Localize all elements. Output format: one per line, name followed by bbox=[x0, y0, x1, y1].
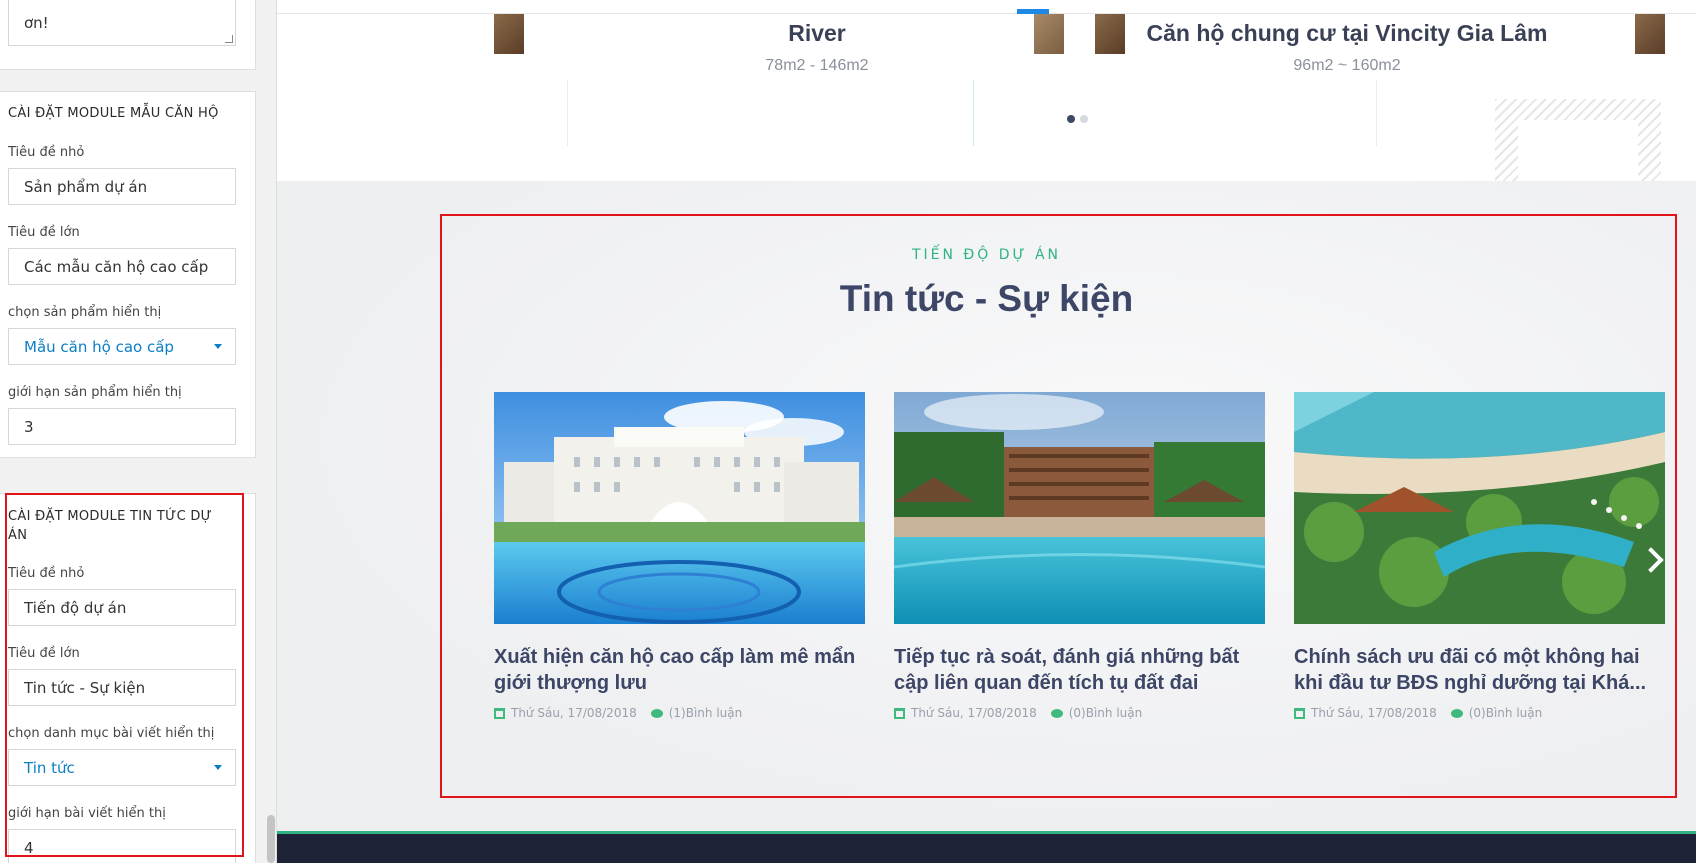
input-value: Sản phẩm dự án bbox=[24, 177, 148, 196]
divider bbox=[1376, 80, 1377, 146]
news-date-text: Thứ Sáu, 17/08/2018 bbox=[1311, 706, 1437, 720]
carousel-dot[interactable] bbox=[1080, 115, 1088, 123]
calendar-icon bbox=[1294, 707, 1305, 719]
hotel-pool-image bbox=[494, 392, 865, 624]
news-image[interactable] bbox=[494, 392, 865, 624]
project-thumbnail[interactable] bbox=[494, 14, 524, 54]
select-value: Mẫu căn hộ cao cấp bbox=[24, 337, 174, 356]
news-date-text: Thứ Sáu, 17/08/2018 bbox=[911, 706, 1037, 720]
comment-icon bbox=[1450, 708, 1463, 718]
news-date: Thứ Sáu, 17/08/2018 bbox=[494, 706, 637, 720]
news-card[interactable]: Chính sách ưu đãi có một không hai khi đ… bbox=[1294, 392, 1665, 720]
small-title-input[interactable]: Sản phẩm dự án bbox=[8, 168, 236, 205]
comment-icon bbox=[650, 708, 663, 718]
highlight-frame bbox=[5, 493, 244, 857]
label-small-title: Tiêu đề nhỏ bbox=[8, 145, 85, 160]
message-textarea-value: ơn! bbox=[24, 14, 49, 32]
big-title-input[interactable]: Các mẫu căn hộ cao cấp bbox=[8, 248, 236, 285]
project-title[interactable]: Căn hộ chung cư tại Vincity Gia Lâm bbox=[1127, 20, 1567, 47]
panel-module-apartments: CÀI ĐẶT MODULE MẪU CĂN HỘ Tiêu đề nhỏ Sả… bbox=[0, 91, 256, 458]
news-title[interactable]: Chính sách ưu đãi có một không hai khi đ… bbox=[1294, 644, 1665, 696]
news-date: Thứ Sáu, 17/08/2018 bbox=[894, 706, 1037, 720]
panel-top: ơn! bbox=[0, 0, 256, 70]
news-comments[interactable]: (0)Bình luận bbox=[1050, 706, 1143, 720]
label-big-title: Tiêu đề lớn bbox=[8, 225, 80, 240]
resize-handle-icon[interactable] bbox=[225, 35, 233, 43]
news-comments-text: (0)Bình luận bbox=[1468, 706, 1543, 720]
decorative-pattern bbox=[1495, 99, 1661, 181]
calendar-icon bbox=[494, 707, 505, 719]
news-card[interactable]: Tiếp tục rà soát, đánh giá những bất cập… bbox=[894, 392, 1265, 720]
caret-down-icon bbox=[214, 344, 222, 349]
panel-title: CÀI ĐẶT MODULE MẪU CĂN HỘ bbox=[8, 106, 219, 121]
news-title[interactable]: Xuất hiện căn hộ cao cấp làm mê mẩn giới… bbox=[494, 644, 865, 696]
news-comments[interactable]: (0)Bình luận bbox=[1450, 706, 1543, 720]
calendar-icon bbox=[894, 707, 905, 719]
news-meta: Thứ Sáu, 17/08/2018 (1)Bình luận bbox=[494, 706, 865, 720]
carousel-dot[interactable] bbox=[1067, 115, 1075, 123]
news-title[interactable]: Tiếp tục rà soát, đánh giá những bất cập… bbox=[894, 644, 1265, 696]
news-card[interactable]: Xuất hiện căn hộ cao cấp làm mê mẩn giới… bbox=[494, 392, 865, 720]
input-value: 3 bbox=[24, 417, 34, 436]
divider bbox=[567, 80, 568, 146]
news-image[interactable] bbox=[894, 392, 1265, 624]
news-comments[interactable]: (1)Bình luận bbox=[650, 706, 743, 720]
product-limit-input[interactable]: 3 bbox=[8, 408, 236, 445]
input-value: Các mẫu căn hộ cao cấp bbox=[24, 257, 209, 276]
resort-pool-image bbox=[894, 392, 1265, 624]
top-bar bbox=[277, 0, 1696, 14]
news-date: Thứ Sáu, 17/08/2018 bbox=[1294, 706, 1437, 720]
project-title[interactable]: River bbox=[667, 20, 967, 47]
news-comments-text: (1)Bình luận bbox=[668, 706, 743, 720]
projects-carousel: River 78m2 - 146m2 Căn hộ chung cư tại V… bbox=[277, 0, 1696, 181]
product-select[interactable]: Mẫu căn hộ cao cấp bbox=[8, 328, 236, 365]
scrollbar-thumb[interactable] bbox=[267, 815, 275, 863]
message-textarea[interactable]: ơn! bbox=[8, 0, 236, 46]
news-image[interactable] bbox=[1294, 392, 1665, 624]
beach-resort-image bbox=[1294, 392, 1665, 624]
customizer-sidebar: ơn! CÀI ĐẶT MODULE MẪU CĂN HỘ Tiêu đề nh… bbox=[0, 0, 277, 863]
news-section: TIẾN ĐỘ DỰ ÁN Tin tức - Sự kiện Xuất hiệ… bbox=[277, 181, 1696, 831]
project-size: 78m2 - 146m2 bbox=[765, 57, 869, 74]
news-comments-text: (0)Bình luận bbox=[1068, 706, 1143, 720]
section-eyebrow: TIẾN ĐỘ DỰ ÁN bbox=[911, 247, 1062, 263]
sidebar-scrollbar[interactable] bbox=[265, 0, 276, 863]
section-heading: Tin tức - Sự kiện bbox=[839, 278, 1134, 319]
project-thumbnail[interactable] bbox=[1095, 14, 1125, 54]
label-product-select: chọn sản phẩm hiển thị bbox=[8, 305, 162, 320]
project-thumbnail[interactable] bbox=[1034, 14, 1064, 54]
site-footer bbox=[277, 831, 1696, 863]
news-date-text: Thứ Sáu, 17/08/2018 bbox=[511, 706, 637, 720]
label-product-limit: giới hạn sản phẩm hiển thị bbox=[8, 385, 182, 400]
site-preview: River 78m2 - 146m2 Căn hộ chung cư tại V… bbox=[277, 0, 1696, 863]
project-size: 96m2 ~ 160m2 bbox=[1293, 57, 1401, 74]
comment-icon bbox=[1050, 708, 1063, 718]
news-meta: Thứ Sáu, 17/08/2018 (0)Bình luận bbox=[1294, 706, 1665, 720]
news-meta: Thứ Sáu, 17/08/2018 (0)Bình luận bbox=[894, 706, 1265, 720]
carousel-dots bbox=[1067, 115, 1088, 123]
divider bbox=[973, 80, 974, 146]
project-thumbnail[interactable] bbox=[1635, 14, 1665, 54]
